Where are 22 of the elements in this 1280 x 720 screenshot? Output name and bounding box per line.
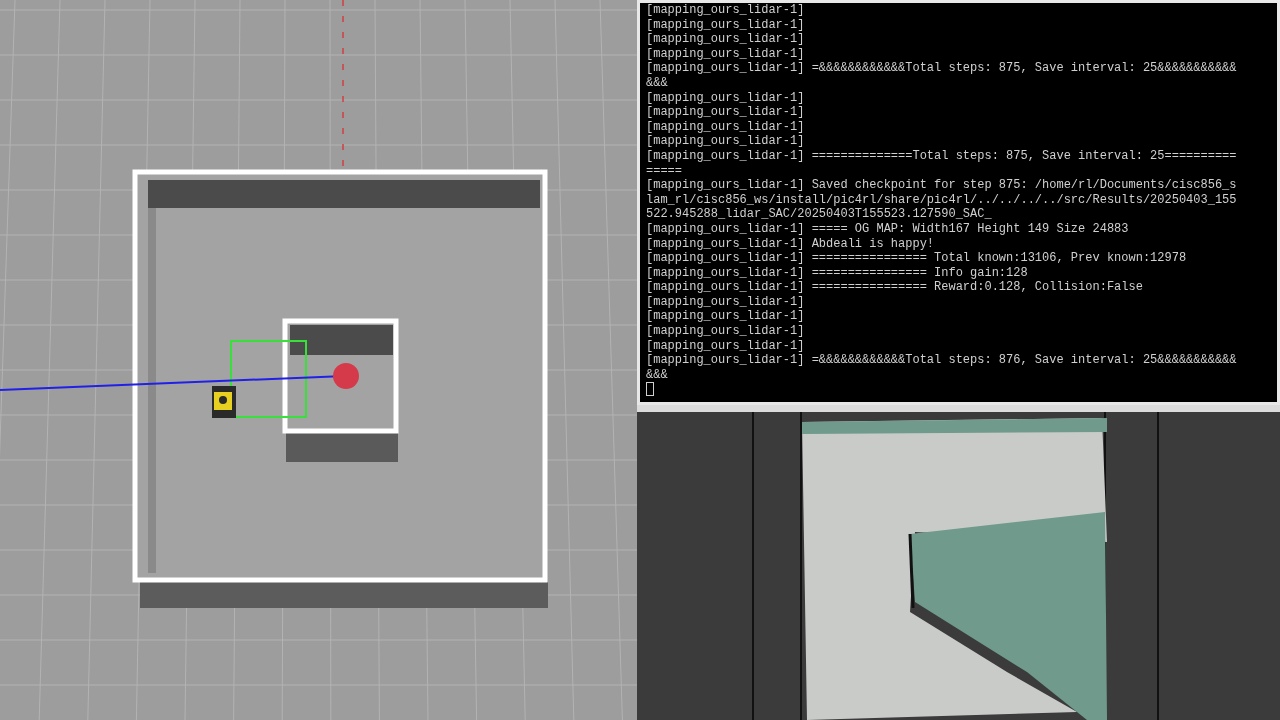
terminal-line: [mapping_ours_lidar-1]: [646, 90, 806, 106]
terminal-line: [mapping_ours_lidar-1]: [646, 46, 806, 62]
terminal-line: [mapping_ours_lidar-1]: [646, 134, 806, 149]
terminal-line: [mapping_ours_lidar-1]: [646, 119, 806, 135]
terminal-line: [mapping_ours_lidar-1] ================ Total known:13106, Prev known:12978: [646, 251, 1188, 266]
terminal-line: [mapping_ours_lidar-1]: [646, 3, 806, 18]
terminal-line: [mapping_ours_lidar-1]: [646, 17, 806, 33]
terminal-line: [mapping_ours_lidar-1] =&&&&&&&&&&&&Total steps: 876, Save interval: 25&&&&&&&&&&&&&&: [646, 353, 1237, 383]
terminal-line: [mapping_ours_lidar-1]: [646, 32, 806, 47]
terminal-line: [mapping_ours_lidar-1] ==============Total steps: 875, Save interval: 25===============: [646, 148, 1237, 179]
terminal-line: [mapping_ours_lidar-1]: [646, 294, 806, 310]
terminal-line: [mapping_ours_lidar-1]: [646, 324, 806, 339]
terminal-line: [mapping_ours_lidar-1] =&&&&&&&&&&&&Total steps: 875, Save interval: 25&&&&&&&&&&&&&&: [646, 61, 1237, 91]
terminal-line: [mapping_ours_lidar-1] ===== OG MAP: Width167 Height 149 Size 24883: [646, 221, 1130, 237]
terminal-line: [mapping_ours_lidar-1]: [646, 105, 806, 120]
terminal-line: [mapping_ours_lidar-1] ================ Info gain:128: [646, 265, 1029, 281]
terminal-line: [mapping_ours_lidar-1] ================ Reward:0.128, Collision:False: [646, 280, 1144, 295]
terminal-line: [mapping_ours_lidar-1]: [646, 309, 806, 325]
terminal-line: [mapping_ours_lidar-1] Abdeali is happy!: [646, 236, 936, 252]
terminal-line: [mapping_ours_lidar-1] Saved checkpoint for step 875: /home/rl/Documents/cisc856_slam_rl/cisc856_ws/install/pic4rl/share/pic4rl/../../../../src/Results/20250403_155522.945288_lidar_SAC/20250403T155523.127590_SAC_: [646, 178, 1237, 222]
terminal-line: [mapping_ours_lidar-1]: [646, 338, 806, 354]
cursor-icon: [646, 382, 654, 397]
